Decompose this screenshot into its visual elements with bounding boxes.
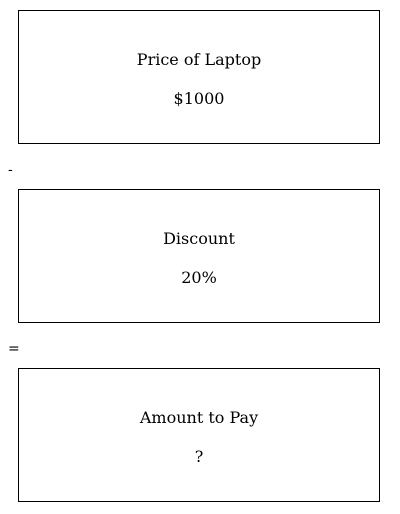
price-label: Price of Laptop (136, 50, 262, 69)
price-value: $1000 (173, 89, 225, 108)
discount-label: Discount (163, 229, 235, 248)
discount-value: 20% (181, 268, 217, 287)
price-box: Price of Laptop $1000 (18, 10, 380, 144)
amount-box: Amount to Pay ? (18, 368, 380, 502)
discount-box: Discount 20% (18, 189, 380, 323)
minus-operator: - (8, 162, 13, 178)
amount-value: ? (194, 447, 204, 466)
equals-operator: = (8, 341, 20, 357)
amount-label: Amount to Pay (139, 408, 259, 427)
